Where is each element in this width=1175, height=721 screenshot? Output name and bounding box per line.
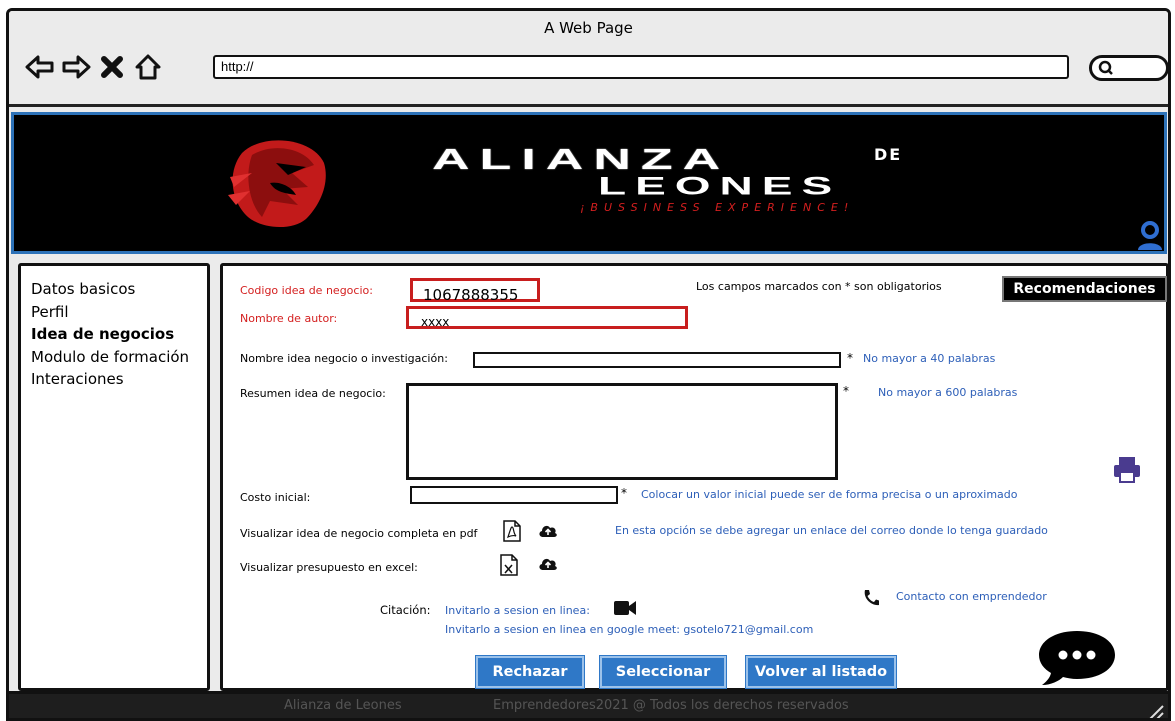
cost-required-mark: * xyxy=(621,486,627,500)
site-banner: ALIANZA DE LEONES ¡BUSSINESS EXPERIENCE! xyxy=(11,112,1167,254)
brand-tagline: ¡BUSSINESS EXPERIENCE! xyxy=(580,201,855,214)
idea-name-required-mark: * xyxy=(847,351,853,365)
pdf-file-icon[interactable] xyxy=(502,519,522,543)
close-icon[interactable] xyxy=(97,53,127,81)
cloud-upload-icon[interactable] xyxy=(538,555,558,571)
contact-link[interactable]: Contacto con emprendedor xyxy=(896,590,1047,603)
code-field[interactable]: 1067888355 xyxy=(410,278,540,304)
footer-brand: Alianza de Leones xyxy=(284,698,402,713)
cost-hint: Colocar un valor inicial puede ser de fo… xyxy=(641,488,1018,501)
pdf-hint: En esta opción se debe agregar un enlace… xyxy=(615,524,1048,537)
author-label: Nombre de autor: xyxy=(240,312,338,325)
author-field[interactable]: xxxx xyxy=(406,306,688,329)
cost-label: Costo inicial: xyxy=(240,491,311,504)
sidebar-item-modulo-formacion[interactable]: Modulo de formación xyxy=(21,346,207,369)
back-to-list-button[interactable]: Volver al listado xyxy=(746,656,896,688)
forward-arrow-icon[interactable] xyxy=(61,53,91,81)
chat-bubble-icon[interactable] xyxy=(1035,629,1119,687)
window-title: A Web Page xyxy=(544,19,633,37)
search-field[interactable] xyxy=(1089,55,1168,81)
invite-online-link[interactable]: Invitarlo a sesion en linea: xyxy=(445,604,590,617)
footer-copyright: Emprendedores2021 @ Todos los derechos r… xyxy=(493,698,849,713)
sidebar-item-datos-basicos[interactable]: Datos basicos xyxy=(21,278,207,301)
browser-window: A Web Page http:// ALIANZA DE LEONES ¡BU… xyxy=(6,8,1171,721)
site-footer: Alianza de Leones Emprendedores2021 @ To… xyxy=(9,691,1168,721)
sidebar: Datos basicos Perfil Idea de negocios Mo… xyxy=(18,263,210,691)
select-button[interactable]: Seleccionar xyxy=(600,656,726,688)
excel-file-icon[interactable] xyxy=(499,553,519,577)
reject-button[interactable]: Rechazar xyxy=(476,656,584,688)
sidebar-item-idea-de-negocios[interactable]: Idea de negocios xyxy=(21,323,207,346)
sidebar-item-interaciones[interactable]: Interaciones xyxy=(21,368,207,391)
lion-logo-icon xyxy=(228,140,326,228)
resize-handle-icon[interactable] xyxy=(1147,704,1165,721)
url-input[interactable]: http:// xyxy=(213,55,1069,79)
search-icon xyxy=(1098,60,1113,75)
home-icon[interactable] xyxy=(133,53,163,81)
brand-title-bottom: LEONES xyxy=(598,171,842,201)
video-camera-icon[interactable] xyxy=(613,599,637,617)
summary-label: Resumen idea de negocio: xyxy=(240,387,386,400)
excel-label: Visualizar presupuesto en excel: xyxy=(240,561,418,574)
idea-name-label: Nombre idea negocio o investigación: xyxy=(240,352,448,365)
sidebar-item-perfil[interactable]: Perfil xyxy=(21,301,207,324)
summary-textarea[interactable] xyxy=(406,383,838,480)
invite-meet-link[interactable]: Invitarlo a sesion en linea en google me… xyxy=(445,623,813,636)
browser-titlebar: A Web Page http:// xyxy=(9,11,1168,107)
idea-name-hint: No mayor a 40 palabras xyxy=(863,352,996,365)
author-value: xxxx xyxy=(421,315,450,329)
back-arrow-icon[interactable] xyxy=(25,53,55,81)
print-icon[interactable] xyxy=(1112,454,1142,484)
brand-title-de: DE xyxy=(874,145,903,164)
required-note: Los campos marcados con * son obligatori… xyxy=(696,280,942,293)
cost-input[interactable] xyxy=(410,486,618,504)
citation-label: Citación: xyxy=(380,603,431,617)
cloud-upload-icon[interactable] xyxy=(538,522,558,538)
summary-hint: No mayor a 600 palabras xyxy=(878,386,1018,399)
idea-detail-panel: Codigo idea de negocio: 1067888355 Los c… xyxy=(220,263,1168,691)
user-icon[interactable] xyxy=(1136,221,1164,251)
code-label: Codigo idea de negocio: xyxy=(240,284,373,297)
pdf-label: Visualizar idea de negocio completa en p… xyxy=(240,527,478,540)
phone-icon[interactable] xyxy=(862,589,880,607)
code-value: 1067888355 xyxy=(423,286,519,304)
recommendations-button[interactable]: Recomendaciones xyxy=(1002,276,1167,302)
idea-name-input[interactable] xyxy=(473,352,841,368)
summary-required-mark: * xyxy=(843,384,849,398)
